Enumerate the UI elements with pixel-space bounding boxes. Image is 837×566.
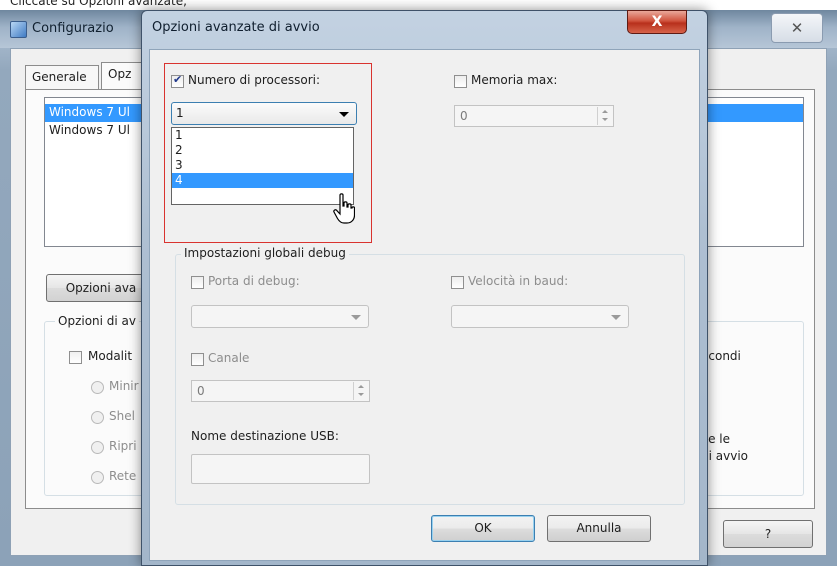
debug-port-combo[interactable] (191, 305, 369, 328)
safe-mode-label: Modalit (88, 349, 133, 363)
boot-options-label: Opzioni di av (55, 314, 140, 328)
radio-repair-label: Ripri (109, 439, 137, 453)
usb-target-label: Nome destinazione USB: (191, 429, 339, 443)
tab-opzioni-avvio[interactable]: Opz (101, 62, 145, 89)
dropdown-option-1[interactable]: 1 (172, 128, 353, 143)
num-processors-value: 1 (176, 106, 184, 120)
radio-minimal-label: Minir (109, 379, 139, 393)
bg-window-title: Configurazio (32, 21, 114, 36)
debug-port-label: Porta di debug: (208, 274, 300, 288)
processor-dropdown-list[interactable]: 1 2 3 4 (171, 127, 354, 205)
baud-rate-label: Velocità in baud: (468, 274, 569, 288)
spinner-buttons[interactable] (597, 107, 612, 125)
bg-close-button[interactable]: ✕ (771, 13, 823, 43)
radio-minimal[interactable] (91, 381, 104, 394)
max-memory-label: Memoria max: (471, 73, 558, 87)
channel-spinner[interactable]: 0 (191, 380, 370, 402)
dropdown-option-4[interactable]: 4 (172, 173, 353, 188)
max-memory-checkbox[interactable] (454, 75, 467, 88)
advanced-options-button[interactable]: Opzioni ava (46, 274, 156, 302)
tab-generale[interactable]: Generale (25, 65, 99, 89)
num-processors-label: Numero di processori: (188, 73, 321, 87)
msconfig-icon (10, 21, 27, 38)
advanced-boot-options-dialog: Opzioni avanzate di avvio X Numero di pr… (141, 10, 708, 566)
max-memory-spinner[interactable]: 0 (454, 105, 614, 127)
ok-button[interactable]: OK (431, 515, 535, 542)
channel-value: 0 (197, 384, 205, 398)
spin-up-icon (602, 110, 608, 113)
safe-mode-checkbox[interactable] (69, 351, 82, 364)
baud-rate-combo[interactable] (451, 305, 629, 328)
dialog-title: Opzioni avanzate di avvio (152, 20, 320, 35)
dropdown-option-3[interactable]: 3 (172, 158, 353, 173)
baud-rate-checkbox[interactable] (451, 276, 464, 289)
spin-down-icon (602, 118, 608, 121)
usb-target-input[interactable] (191, 454, 370, 484)
dialog-close-button[interactable]: X (627, 10, 687, 34)
max-memory-value: 0 (460, 109, 468, 123)
chevron-down-icon (351, 315, 361, 320)
radio-shell-label: Shel (109, 409, 135, 423)
radio-network[interactable] (91, 471, 104, 484)
radio-network-label: Rete (109, 469, 137, 483)
spin-down-icon (358, 393, 364, 396)
make-permanent-text-2: di avvio (701, 449, 748, 463)
debug-port-checkbox[interactable] (191, 276, 204, 289)
dialog-client-area: Numero di processori: 1 1 2 3 4 Memoria … (149, 49, 700, 561)
help-button[interactable]: ? (723, 520, 813, 548)
debug-settings-label: Impostazioni globali debug (181, 246, 349, 260)
num-processors-combo[interactable]: 1 (171, 102, 357, 125)
dropdown-option-2[interactable]: 2 (172, 143, 353, 158)
cancel-button[interactable]: Annulla (547, 515, 651, 542)
spin-up-icon (358, 385, 364, 388)
radio-shell[interactable] (91, 411, 104, 424)
hand-cursor-icon (333, 193, 355, 224)
channel-checkbox[interactable] (191, 353, 204, 366)
radio-repair[interactable] (91, 441, 104, 454)
chevron-down-icon (611, 315, 621, 320)
chevron-down-icon (339, 112, 349, 117)
instruction-caption: Cliccate su Opzioni avanzate, (10, 0, 187, 8)
num-processors-checkbox[interactable] (171, 73, 184, 88)
spinner-buttons[interactable] (353, 382, 368, 400)
channel-label: Canale (208, 351, 250, 365)
